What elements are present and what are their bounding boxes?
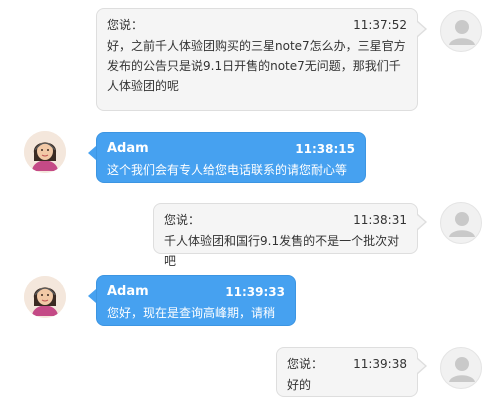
- sender-name: 您说：: [164, 213, 201, 227]
- message-bubble: 您说： 11:39:38 好的: [276, 347, 418, 397]
- message-text: 千人体验团和国行9.1发售的不是一个批次对吧: [164, 234, 400, 268]
- message-time: 11:37:52: [353, 18, 407, 32]
- message-text: 好的: [287, 378, 312, 392]
- sender-name: 您说：: [287, 357, 324, 371]
- message-text: 好，之前千人体验团购买的三星note7怎么办，三星官方发布的公告只是说9.1日开…: [107, 39, 406, 93]
- message-time: 11:38:15: [295, 142, 355, 156]
- support-agent-avatar-icon: [24, 131, 66, 173]
- message-time: 11:38:31: [353, 213, 407, 227]
- default-user-avatar-icon: [440, 347, 482, 389]
- message-time: 11:39:33: [225, 285, 285, 299]
- message-bubble: 您说： 11:37:52 好，之前千人体验团购买的三星note7怎么办，三星官方…: [96, 8, 418, 111]
- default-user-avatar-icon: [440, 10, 482, 52]
- message-time: 11:39:38: [353, 357, 407, 371]
- default-user-avatar-icon: [440, 202, 482, 244]
- message-bubble: Adam 11:38:15 这个我们会有专人给您电话联系的请您耐心等候: [96, 132, 366, 197]
- sender-name: Adam: [107, 141, 149, 156]
- message-bubble: Adam 11:39:33 您好，现在是查询高峰期，请稍等!: [96, 275, 296, 340]
- message-bubble: 您说： 11:38:31 千人体验团和国行9.1发售的不是一个批次对吧: [153, 203, 418, 268]
- message-text: 这个我们会有专人给您电话联系的请您耐心等候: [107, 163, 348, 197]
- message-text: 您好，现在是查询高峰期，请稍等!: [107, 306, 276, 340]
- sender-name: 您说：: [107, 18, 144, 32]
- sender-name: Adam: [107, 284, 149, 299]
- support-agent-avatar-icon: [24, 276, 66, 318]
